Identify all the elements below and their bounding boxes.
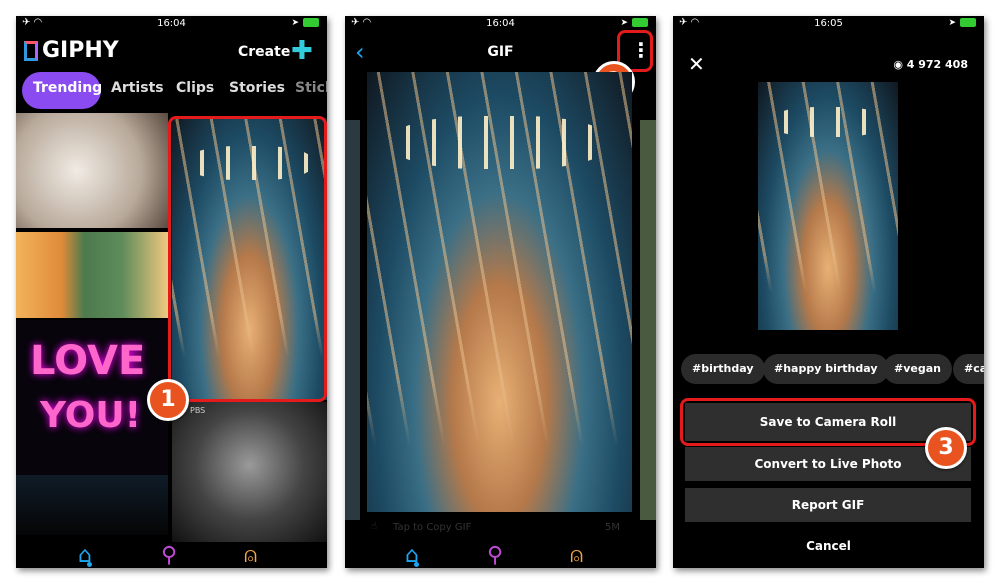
tap-icon: ☝ (371, 521, 378, 532)
active-indicator (414, 562, 419, 567)
gif-tile-love-you[interactable]: LOVE YOU! (16, 320, 168, 475)
previous-gif-peek[interactable] (345, 120, 360, 520)
search-icon[interactable]: ⚲ (487, 543, 503, 568)
report-gif-button[interactable]: Report GIF (685, 488, 971, 522)
clock: 16:04 (157, 18, 186, 29)
page-title: GIF (487, 44, 514, 60)
search-icon[interactable]: ⚲ (161, 543, 177, 568)
view-count: 5M (605, 522, 620, 533)
tag-more[interactable]: #ca (953, 354, 984, 384)
tab-stickers[interactable]: Stick (295, 80, 327, 96)
tag-birthday[interactable]: #birthday (681, 354, 765, 384)
close-icon[interactable]: ✕ (688, 52, 705, 76)
love-text: LOVE (30, 338, 146, 384)
gif-tile-face[interactable]: PBS (172, 402, 327, 542)
highlight-box (168, 116, 327, 402)
plus-icon[interactable]: ✚ (291, 38, 313, 64)
tab-stories[interactable]: Stories (229, 80, 285, 96)
tag-vegan[interactable]: #vegan (883, 354, 952, 384)
phone-gif-detail: ✈ ◠16:04➤ ‹ GIF ⋮ 2 ☝ Tap to Copy GIF 5M… (345, 16, 656, 568)
active-indicator (87, 562, 92, 567)
battery-icon: ➤ (948, 18, 976, 28)
status-bar: ✈ ◠ 16:05 ➤ (673, 16, 984, 34)
tag-happy-birthday[interactable]: #happy birthday (763, 354, 889, 384)
step-badge: 3 (925, 427, 967, 469)
gif-tile-dark[interactable] (16, 475, 168, 535)
clock: 16:04 (486, 18, 515, 29)
tab-artists[interactable]: Artists (111, 80, 164, 96)
next-gif-peek[interactable] (640, 120, 656, 520)
battery-icon: ➤ (620, 18, 648, 28)
phone-home-screen: ✈ ◠ 16:04 ➤ GIPHY Create ✚ Trending Artist… (16, 16, 327, 568)
eye-icon: ◉ (893, 58, 907, 71)
pbs-watermark: PBS (190, 406, 206, 415)
cancel-button[interactable]: Cancel (673, 539, 984, 553)
gif-preview (758, 82, 898, 330)
tab-clips[interactable]: Clips (176, 80, 214, 96)
phone-action-sheet: ✈ ◠ 16:05 ➤ ✕ ◉ 4 972 408 #birthday #happy… (673, 16, 984, 568)
status-bar: ✈ ◠ 16:04 ➤ (345, 16, 656, 34)
status-bar: ✈ ◠ 16:04 ➤ (16, 16, 327, 34)
giphy-logo: GIPHY (42, 38, 119, 63)
profile-icon[interactable]: ⍝ (570, 543, 583, 568)
clock: 16:05 (814, 18, 843, 29)
gif-tile-dogs[interactable] (16, 113, 168, 228)
gif-candles[interactable] (367, 72, 632, 512)
profile-icon[interactable]: ⍝ (244, 543, 257, 568)
tap-to-copy-label[interactable]: Tap to Copy GIF (393, 522, 471, 533)
gif-tile-cartoon[interactable] (16, 232, 168, 318)
tab-trending[interactable]: Trending (33, 80, 102, 96)
view-count: 4 972 408 (906, 58, 968, 71)
battery-icon: ➤ (291, 18, 319, 28)
create-button[interactable]: Create (238, 44, 290, 60)
step-badge: 1 (147, 379, 189, 421)
you-text: YOU! (40, 395, 142, 436)
giphy-logo-icon (24, 41, 38, 61)
